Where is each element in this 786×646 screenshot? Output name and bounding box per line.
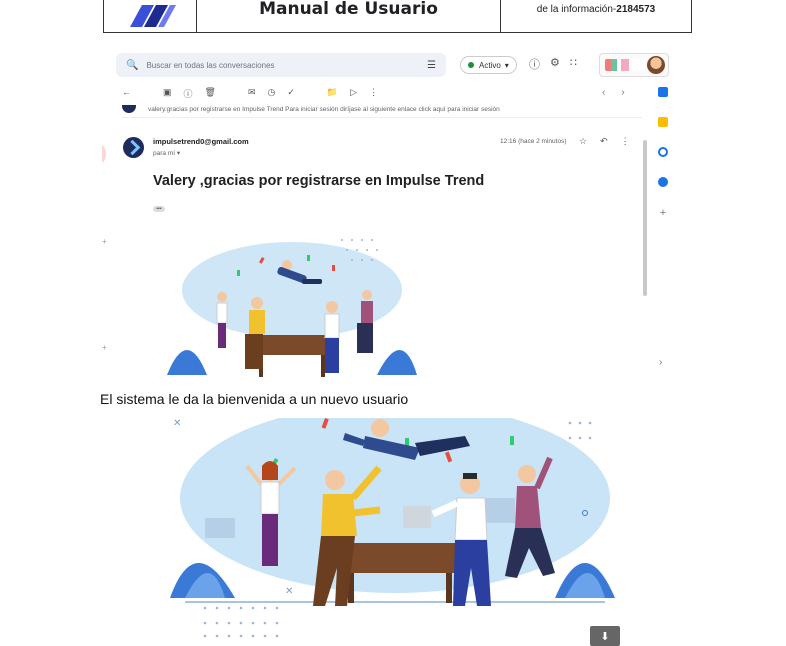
email-subject: Valery ,gracias por registrarse en Impul… <box>153 173 485 189</box>
tasks-icon[interactable] <box>658 147 668 157</box>
pager: ‹ › <box>602 87 625 98</box>
sender-email[interactable]: impulsetrend0@gmail.com <box>153 137 249 146</box>
show-trimmed-button[interactable]: ••• <box>153 206 165 212</box>
document-page: Manual de Usuario de la información-2184… <box>0 0 786 646</box>
label-icon[interactable]: ▷ <box>350 87 357 100</box>
document-info: de la información-2184573 <box>537 4 655 15</box>
apps-grid-icon[interactable]: ∷ <box>570 56 577 72</box>
top-icons: ⓘ ⚙ ∷ <box>529 56 577 72</box>
info-cell: de la información-2184573 <box>501 0 691 32</box>
gmail-screenshot: 🔍 Buscar en todas las conversaciones ☰ A… <box>102 45 680 377</box>
chevron-down-icon: ▾ <box>176 150 181 157</box>
reply-icon[interactable]: ↶ <box>600 136 608 147</box>
more-vert-icon[interactable]: ⋮ <box>621 136 630 147</box>
sender-avatar <box>123 137 144 158</box>
chevron-down-icon: ▾ <box>504 60 509 70</box>
more-vert-icon[interactable]: ⋮ <box>369 87 378 100</box>
svg-text:✕: ✕ <box>173 418 181 429</box>
add-addon-icon[interactable]: + <box>655 207 671 219</box>
calendar-icon[interactable] <box>658 87 668 97</box>
logo-cell <box>104 0 197 32</box>
celebration-illustration-large: ✕ ✕ <box>170 418 615 638</box>
side-marker: + <box>102 237 107 246</box>
gear-icon[interactable]: ⚙ <box>550 56 560 72</box>
status-label: Activo <box>479 60 501 70</box>
company-logo <box>130 5 176 27</box>
celebration-illustration-small <box>167 239 417 377</box>
search-icon[interactable]: 🔍 <box>126 60 138 71</box>
caption-text: El sistema le da la bienvenida a un nuev… <box>100 391 409 407</box>
mark-unread-icon[interactable]: ✉ <box>248 87 256 100</box>
report-spam-icon[interactable]: ⓘ <box>184 87 193 100</box>
snooze-icon[interactable]: ◷ <box>268 87 276 100</box>
chevron-left-icon[interactable]: ‹ <box>602 87 605 98</box>
account-brand-image <box>605 59 645 71</box>
svg-text:✕: ✕ <box>285 586 293 597</box>
back-arrow-icon[interactable]: ← <box>122 87 131 100</box>
recipient-label: para mí <box>153 150 176 157</box>
search-bar[interactable]: 🔍 Buscar en todas las conversaciones ☰ <box>116 53 446 77</box>
message-actions: ☆ ↶ ⋮ <box>579 136 630 147</box>
chevron-right-icon[interactable]: › <box>659 357 662 368</box>
recipient-line[interactable]: para mí ▾ <box>153 149 180 157</box>
archive-icon[interactable]: ▣ <box>163 87 172 100</box>
chevron-right-icon[interactable]: › <box>621 87 624 98</box>
keep-icon[interactable] <box>658 117 668 127</box>
document-title: Manual de Usuario <box>259 0 438 19</box>
status-dot <box>468 62 474 68</box>
preview-text: valery.gracias por registrarse en Impuls… <box>148 105 500 113</box>
tune-icon[interactable]: ☰ <box>427 60 436 71</box>
sender-avatar-mini <box>122 105 136 113</box>
right-side-rail: + <box>655 87 671 219</box>
status-chip[interactable]: Activo ▾ <box>460 56 517 74</box>
account-box[interactable] <box>599 53 669 77</box>
download-icon[interactable]: ⬇ <box>590 626 620 646</box>
woman-left <box>216 292 228 348</box>
info-prefix: de la información- <box>536 3 617 15</box>
contacts-icon[interactable] <box>658 177 668 187</box>
add-task-icon[interactable]: ✓ <box>287 87 295 100</box>
info-code: 2184573 <box>616 3 656 15</box>
scrollbar[interactable] <box>643 140 647 296</box>
move-to-icon[interactable]: 📁 <box>327 87 338 100</box>
avatar[interactable] <box>647 56 665 74</box>
side-marker: + <box>102 343 107 352</box>
delete-icon[interactable]: 🗑 <box>205 87 216 100</box>
message-time: 12:16 (hace 2 minutos) <box>500 138 567 145</box>
search-placeholder: Buscar en todas las conversaciones <box>146 60 275 70</box>
title-cell: Manual de Usuario <box>197 0 501 32</box>
message-toolbar: ← ▣ ⓘ 🗑 ✉ ◷ ✓ 📁 ▷ ⋮ <box>122 87 378 100</box>
star-icon[interactable]: ☆ <box>579 136 587 147</box>
left-edge-marker <box>102 145 106 163</box>
previous-message-preview[interactable]: valery.gracias por registrarse en Impuls… <box>122 105 642 118</box>
help-icon[interactable]: ⓘ <box>529 56 540 72</box>
document-header: Manual de Usuario de la información-2184… <box>103 0 692 33</box>
